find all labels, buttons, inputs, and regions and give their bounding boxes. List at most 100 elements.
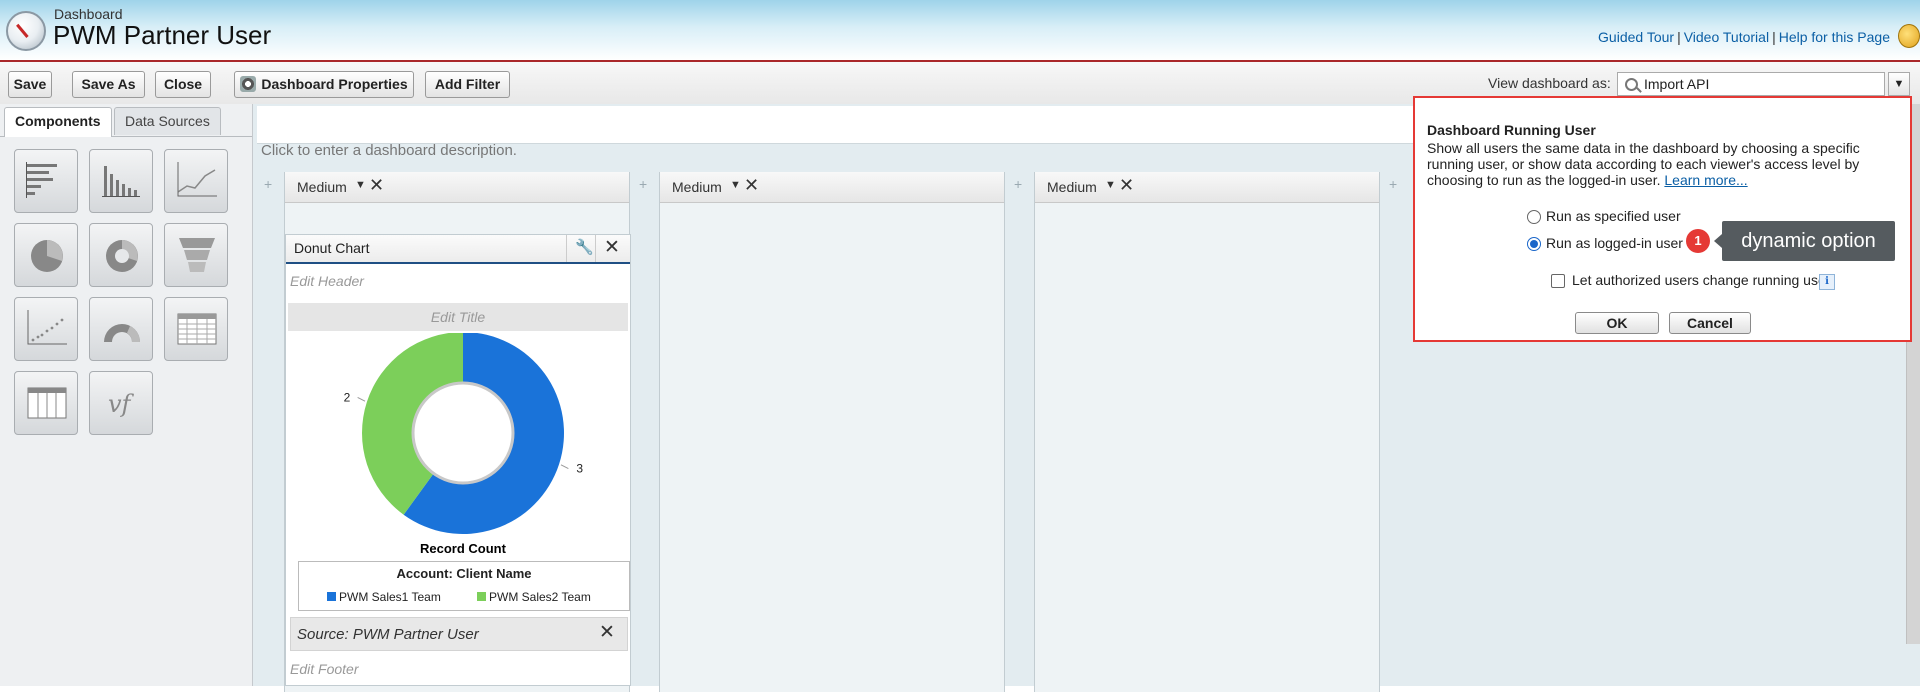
search-icon [1625,78,1638,91]
close-icon[interactable]: ✕ [369,175,384,196]
add-column-icon[interactable]: + [1014,176,1024,192]
chevron-down-icon[interactable]: ▼ [355,179,366,191]
slice-value-label: 2 [344,390,351,404]
dashboard-description[interactable]: Click to enter a dashboard description. [261,142,517,159]
pie-chart-component[interactable] [14,223,78,287]
component-header: Donut Chart 🔧 ✕ [286,235,630,264]
edit-header[interactable]: Edit Header [290,273,364,289]
pie-chart-icon [31,240,63,272]
donut-chart-component[interactable] [89,223,153,287]
column-width-label[interactable]: Medium [297,179,347,195]
step-badge: 1 [1686,229,1710,253]
dashboard-logo-icon [6,11,46,51]
add-filter-button[interactable]: Add Filter [425,71,510,98]
metric-table-icon [177,313,217,345]
line-chart-icon [177,162,217,197]
panel-tabbar: Components Data Sources [0,104,252,137]
page-title: PWM Partner User [53,20,272,50]
vertical-bar-chart-component[interactable] [89,149,153,213]
donut-chart: 3 2 Record Count [344,333,583,556]
visualforce-icon: vf [108,390,135,418]
view-as-dropdown-button[interactable]: ▼ [1888,72,1910,96]
vf-label: vf [108,390,135,418]
link-separator: | [1772,29,1776,45]
dashboard-column-3: Medium ▼ ✕ [1034,172,1380,692]
funnel-chart-component[interactable] [164,223,228,287]
help-icon[interactable] [1898,24,1920,48]
video-tutorial-link[interactable]: Video Tutorial [1684,29,1769,45]
close-icon[interactable]: ✕ [599,621,615,644]
legend-swatch [477,592,486,601]
column-width-label[interactable]: Medium [1047,179,1097,195]
legend-label: PWM Sales2 Team [489,590,591,604]
tab-components[interactable]: Components [4,107,112,137]
add-column-icon[interactable]: + [1389,176,1399,192]
ok-button[interactable]: OK [1575,312,1659,334]
allow-change-label[interactable]: Let authorized users change running user [1572,272,1830,288]
annotation-tooltip: dynamic option [1714,221,1895,261]
table-icon [27,387,67,419]
view-as-label: View dashboard as: [1488,75,1611,91]
view-as-value: Import API [1644,76,1710,92]
slice-value-label: 3 [576,462,583,476]
divider [566,235,567,262]
dashboard-column-2: Medium ▼ ✕ [659,172,1005,692]
gauge-component[interactable] [89,297,153,361]
wrench-icon[interactable]: 🔧 [575,238,594,256]
line-chart-component[interactable] [164,149,228,213]
guided-tour-link[interactable]: Guided Tour [1598,29,1674,45]
slice-leader-line [560,464,569,469]
component-title: Donut Chart [294,240,370,256]
help-for-page-link[interactable]: Help for this Page [1779,29,1890,45]
run-as-specified-radio[interactable] [1527,210,1541,224]
dashboard-properties-button[interactable]: Dashboard Properties [234,71,414,98]
add-column-icon[interactable]: + [264,176,274,192]
chevron-down-icon[interactable]: ▼ [730,179,741,191]
allow-change-checkbox[interactable] [1551,274,1565,288]
help-links: Guided Tour | Video Tutorial | Help for this… [1598,29,1890,45]
edit-title-bar[interactable]: Edit Title [288,303,628,331]
link-separator: | [1677,29,1681,45]
chevron-down-icon: ▼ [1893,78,1905,90]
gauge-icon [104,324,140,342]
run-as-specified-label[interactable]: Run as specified user [1546,208,1681,224]
column-header: Medium ▼ ✕ [660,172,1004,203]
run-as-logged-in-label[interactable]: Run as logged-in user [1546,235,1683,251]
donut-chart-component-card: Donut Chart 🔧 ✕ Edit Header Edit Title 3… [285,234,631,686]
cancel-button[interactable]: Cancel [1669,312,1751,334]
column-header: Medium ▼ ✕ [1035,172,1379,203]
horizontal-bar-chart-component[interactable] [14,149,78,213]
tab-data-sources[interactable]: Data Sources [114,107,221,135]
table-component[interactable] [14,371,78,435]
value-axis-label: Record Count [420,541,507,556]
metric-table-component[interactable] [164,297,228,361]
legend-label: PWM Sales1 Team [339,590,441,604]
chevron-down-icon[interactable]: ▼ [1105,179,1116,191]
add-column-icon[interactable]: + [639,176,649,192]
column-header: Medium ▼ ✕ [285,172,629,203]
column-width-label[interactable]: Medium [672,179,722,195]
components-panel: Components Data Sources vf [0,104,253,686]
visualforce-component[interactable]: vf [89,371,153,435]
chart-legend: Account: Client Name PWM Sales1 Team PWM… [298,561,630,611]
close-icon[interactable]: ✕ [604,236,620,259]
close-icon[interactable]: ✕ [1119,175,1134,196]
edit-footer[interactable]: Edit Footer [290,661,358,677]
source-bar: Source: PWM Partner User ✕ [290,617,628,651]
view-as-input[interactable]: Import API [1617,72,1885,96]
save-button[interactable]: Save [8,71,52,98]
info-icon[interactable]: i [1819,274,1835,290]
scatter-chart-component[interactable] [14,297,78,361]
horizontal-bar-chart-icon [26,162,57,198]
running-user-popup: Dashboard Running User Show all users th… [1413,96,1912,342]
vertical-bar-chart-icon [102,166,140,197]
close-icon[interactable]: ✕ [744,175,759,196]
close-button[interactable]: Close [155,71,211,98]
save-as-button[interactable]: Save As [72,71,145,98]
donut-hole [411,381,515,485]
legend-swatch [327,592,336,601]
learn-more-link[interactable]: Learn more... [1664,172,1747,188]
popup-body: Show all users the same data in the dash… [1427,140,1897,188]
edit-title: Edit Title [430,309,486,325]
run-as-logged-in-radio[interactable] [1527,237,1541,251]
